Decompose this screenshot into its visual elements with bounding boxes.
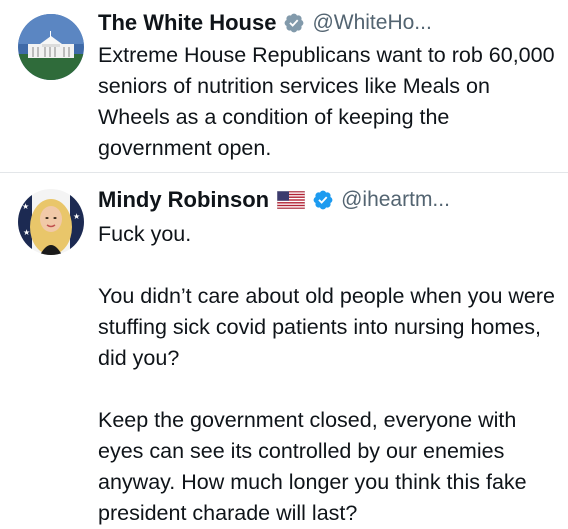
verified-badge-gray-icon	[285, 13, 304, 33]
us-flag-icon	[277, 191, 306, 209]
verified-badge-icon	[313, 190, 333, 210]
tweet-header: The White House @WhiteHo...	[98, 4, 560, 42]
tweet[interactable]: The White House @WhiteHo... Extreme Hous…	[0, 0, 568, 173]
tweet-paragraph: Fuck you.	[98, 222, 192, 246]
display-name[interactable]: The White House	[98, 10, 276, 36]
white-house-icon	[18, 14, 84, 80]
tweet-content: Mindy Robinson @iheartm... Fuck you. You…	[98, 181, 560, 529]
tweet-content: The White House @WhiteHo... Extreme Hous…	[98, 4, 560, 164]
handle[interactable]: @WhiteHo...	[312, 11, 431, 35]
tweet-text: Extreme House Republicans want to rob 60…	[98, 40, 560, 164]
tweet-text: Fuck you. You didn’t care about old peop…	[98, 219, 560, 529]
tweet-paragraph: Extreme House Republicans want to rob 60…	[98, 43, 555, 160]
tweet[interactable]: ★ ★ ★ Mindy Robinson @iheartm... Fuck yo…	[0, 173, 568, 529]
avatar[interactable]: ★ ★ ★	[18, 189, 84, 255]
avatar[interactable]	[18, 14, 84, 80]
svg-text:★: ★	[73, 212, 80, 221]
profile-photo-icon: ★ ★ ★	[18, 189, 84, 255]
tweet-header: Mindy Robinson @iheartm...	[98, 181, 560, 219]
tweet-paragraph: Keep the government closed, everyone wit…	[98, 408, 527, 525]
handle[interactable]: @iheartm...	[341, 188, 450, 212]
svg-text:★: ★	[23, 228, 30, 237]
display-name[interactable]: Mindy Robinson	[98, 187, 269, 213]
svg-text:★: ★	[22, 202, 29, 211]
tweet-paragraph: You didn’t care about old people when yo…	[98, 284, 556, 370]
